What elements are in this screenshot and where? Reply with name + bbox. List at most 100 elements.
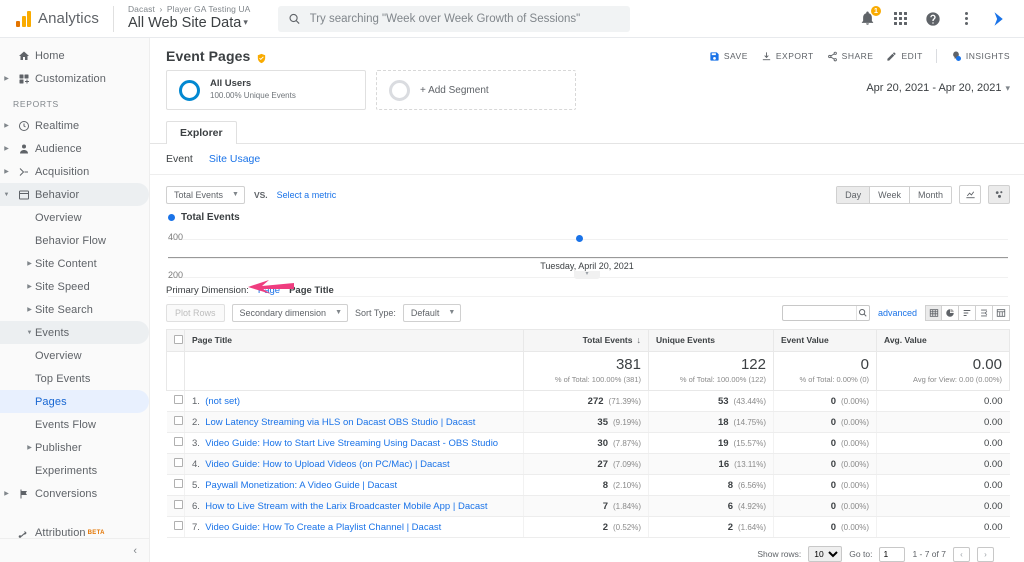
date-range-selector[interactable]: Apr 20, 2021 - Apr 20, 2021 ▾	[866, 70, 1010, 94]
tab-explorer[interactable]: Explorer	[166, 121, 237, 144]
insights-button[interactable]: INSIGHTS	[950, 50, 1010, 62]
export-button[interactable]: EXPORT	[761, 51, 814, 62]
sidebar-item-customization[interactable]: ▶ Customization	[0, 67, 149, 90]
column-event-value[interactable]: Event Value	[773, 328, 877, 352]
table-search-input[interactable]	[782, 307, 856, 318]
row-checkbox[interactable]	[173, 500, 183, 509]
sort-type-select[interactable]: Default ▼	[402, 303, 462, 322]
sidebar-item-behavior-flow[interactable]: Behavior Flow	[0, 229, 149, 252]
segment-all-users[interactable]: All Users 100.00% Unique Events	[166, 70, 366, 110]
bar-view-button[interactable]	[959, 304, 976, 321]
show-rows-select[interactable]: 10	[808, 546, 843, 562]
granularity-day[interactable]: Day	[837, 186, 871, 203]
more-options-button[interactable]	[957, 10, 975, 28]
column-page-title[interactable]: Page Title	[184, 328, 524, 352]
sidebar-item-site-search[interactable]: ▶ Site Search	[0, 298, 149, 321]
row-checkbox-cell[interactable]	[166, 474, 185, 496]
view-name[interactable]: All Web Site Data ▾	[128, 15, 251, 32]
notifications-button[interactable]: 1	[858, 5, 881, 28]
row-checkbox[interactable]	[173, 479, 183, 488]
account-avatar[interactable]	[990, 10, 1008, 28]
save-button[interactable]: SAVE	[709, 51, 748, 62]
prev-page-button[interactable]: ‹	[953, 546, 970, 562]
sidebar-item-events-overview[interactable]: Overview	[0, 344, 149, 367]
sidebar-item-realtime[interactable]: ▶ Realtime	[0, 114, 149, 137]
apps-button[interactable]	[891, 10, 909, 28]
row-page-title-link[interactable]: Video Guide: How to Start Live Streaming…	[205, 438, 498, 449]
column-avg-value[interactable]: Avg. Value	[876, 328, 1010, 352]
sidebar-item-events[interactable]: ▼ Events	[0, 321, 149, 344]
row-checkbox-cell[interactable]	[166, 432, 185, 454]
edit-button[interactable]: EDIT	[886, 51, 922, 62]
row-checkbox-cell[interactable]	[166, 453, 185, 475]
share-button[interactable]: SHARE	[827, 51, 874, 62]
table-row[interactable]: 3. Video Guide: How to Start Live Stream…	[166, 432, 1010, 454]
help-button[interactable]	[924, 10, 942, 28]
sidebar-item-site-speed[interactable]: ▶ Site Speed	[0, 275, 149, 298]
select-a-metric-link[interactable]: Select a metric	[277, 190, 337, 200]
metric-select[interactable]: Total Events ▼	[166, 185, 245, 204]
table-search[interactable]	[781, 304, 870, 321]
table-row[interactable]: 5. Paywall Monetization: A Video Guide |…	[166, 474, 1010, 496]
sidebar-item-behavior[interactable]: ▼ Behavior	[0, 183, 149, 206]
table-row[interactable]: 6. How to Live Stream with the Larix Bro…	[166, 495, 1010, 517]
sidebar-item-conversions[interactable]: ▶ Conversions	[0, 482, 149, 505]
column-unique-events[interactable]: Unique Events	[648, 328, 774, 352]
next-page-button[interactable]: ›	[977, 546, 994, 562]
sidebar-item-top-events[interactable]: Top Events	[0, 367, 149, 390]
sidebar-item-behavior-overview[interactable]: Overview	[0, 206, 149, 229]
sidebar-item-site-content[interactable]: ▶ Site Content	[0, 252, 149, 275]
row-checkbox[interactable]	[173, 521, 183, 530]
sidebar-collapse-button[interactable]: ‹	[0, 538, 149, 562]
line-chart-button[interactable]	[959, 185, 981, 204]
sidebar-item-publisher[interactable]: ▶ Publisher	[0, 436, 149, 459]
pivot-view-button[interactable]	[993, 304, 1010, 321]
table-row[interactable]: 4. Video Guide: How to Upload Videos (on…	[166, 453, 1010, 475]
sidebar-item-pages[interactable]: Pages	[0, 390, 149, 413]
plot-rows-button[interactable]: Plot Rows	[166, 303, 225, 322]
subtab-site-usage[interactable]: Site Usage	[209, 153, 260, 165]
sidebar-item-events-flow[interactable]: Events Flow	[0, 413, 149, 436]
motion-chart-button[interactable]	[988, 185, 1010, 204]
row-page-title-link[interactable]: Paywall Monetization: A Video Guide | Da…	[205, 480, 397, 491]
row-page-title-link[interactable]: Low Latency Streaming via HLS on Dacast …	[205, 417, 475, 428]
select-all-checkbox[interactable]	[174, 334, 183, 344]
table-row[interactable]: 7. Video Guide: How To Create a Playlist…	[166, 516, 1010, 538]
column-total-events[interactable]: Total Events ↓	[523, 328, 649, 352]
row-checkbox[interactable]	[173, 458, 183, 467]
sidebar-item-acquisition[interactable]: ▶ Acquisition	[0, 160, 149, 183]
table-row[interactable]: 1. (not set) 272 (71.39%) 53 (43.44%) 0 (0.00%…	[166, 390, 1010, 412]
row-checkbox-cell[interactable]	[166, 516, 185, 538]
granularity-week[interactable]: Week	[870, 186, 910, 203]
row-checkbox-cell[interactable]	[166, 390, 185, 412]
granularity-month[interactable]: Month	[909, 186, 951, 203]
account-selector[interactable]: Dacast › Player GA Testing UA All Web Si…	[128, 4, 251, 32]
add-segment-button[interactable]: + Add Segment	[376, 70, 576, 110]
row-checkbox[interactable]	[173, 437, 183, 446]
sidebar-item-experiments[interactable]: Experiments	[0, 459, 149, 482]
comparison-view-button[interactable]	[976, 304, 993, 321]
row-page-title-link[interactable]: Video Guide: How To Create a Playlist Ch…	[205, 522, 441, 533]
goto-input[interactable]	[879, 546, 906, 562]
table-view-button[interactable]	[925, 304, 942, 321]
row-page-title-link[interactable]: (not set)	[205, 396, 240, 407]
sidebar-item-attribution[interactable]: Attribution BETA	[0, 521, 149, 538]
data-point[interactable]	[576, 235, 584, 242]
table-search-button[interactable]	[855, 305, 869, 320]
row-checkbox[interactable]	[173, 395, 183, 404]
row-checkbox[interactable]	[173, 416, 183, 425]
sidebar-item-audience[interactable]: ▶ Audience	[0, 137, 149, 160]
row-checkbox-cell[interactable]	[166, 411, 185, 433]
global-search[interactable]	[278, 5, 631, 32]
pie-view-button[interactable]	[942, 304, 959, 321]
row-checkbox-cell[interactable]	[166, 495, 185, 517]
select-all-header[interactable]	[166, 328, 185, 352]
advanced-link[interactable]: advanced	[878, 308, 917, 318]
secondary-dimension-select[interactable]: Secondary dimension ▼	[231, 303, 349, 322]
search-input[interactable]	[309, 12, 621, 25]
subtab-event[interactable]: Event	[166, 153, 193, 165]
row-page-title-link[interactable]: How to Live Stream with the Larix Broadc…	[205, 501, 487, 512]
primary-dimension-page[interactable]: Page	[258, 285, 280, 296]
row-page-title-link[interactable]: Video Guide: How to Upload Videos (on PC…	[205, 459, 450, 470]
table-row[interactable]: 2. Low Latency Streaming via HLS on Daca…	[166, 411, 1010, 433]
